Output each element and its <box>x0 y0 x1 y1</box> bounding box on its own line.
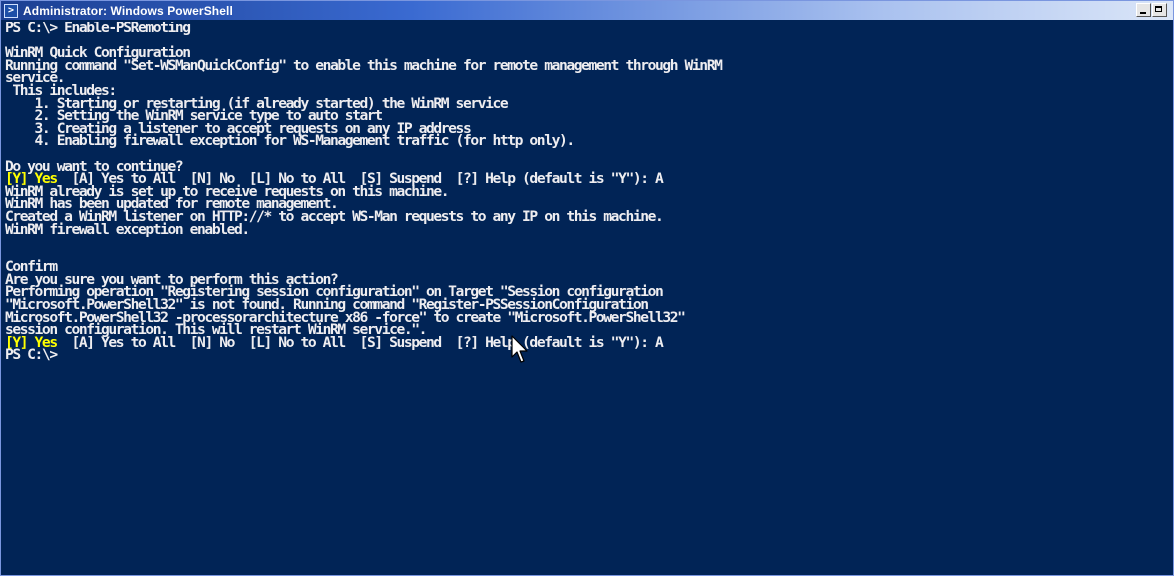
prompt-options: [A] Yes to All [N] No [L] No to All [S] … <box>56 333 663 351</box>
console-line: WinRM firewall exception enabled. <box>5 220 250 238</box>
maximize-button[interactable] <box>1152 3 1167 17</box>
minimize-button[interactable] <box>1136 3 1151 17</box>
powershell-icon[interactable]: > <box>4 3 18 18</box>
title-bar[interactable]: > Administrator: Windows PowerShell <box>1 1 1173 20</box>
console-output[interactable]: PS C:\> Enable-PSRemoting WinRM Quick Co… <box>5 22 1171 572</box>
console-line: [Y] Yes [A] Yes to All [N] No [L] No to … <box>5 333 1171 351</box>
console-line: service. <box>5 69 65 87</box>
console-line: 4. Enabling firewall exception for WS-Ma… <box>5 132 576 150</box>
console-line: Running command "Set-WSManQuickConfig" t… <box>5 56 723 74</box>
window-title: Administrator: Windows PowerShell <box>23 3 233 18</box>
mouse-pointer-icon <box>511 335 528 363</box>
window-controls <box>1136 3 1167 17</box>
console-line: PS C:\> <box>5 346 58 364</box>
powershell-window: > Administrator: Windows PowerShell PS C… <box>0 0 1174 576</box>
console-line: PS C:\> Enable-PSRemoting <box>5 22 191 36</box>
